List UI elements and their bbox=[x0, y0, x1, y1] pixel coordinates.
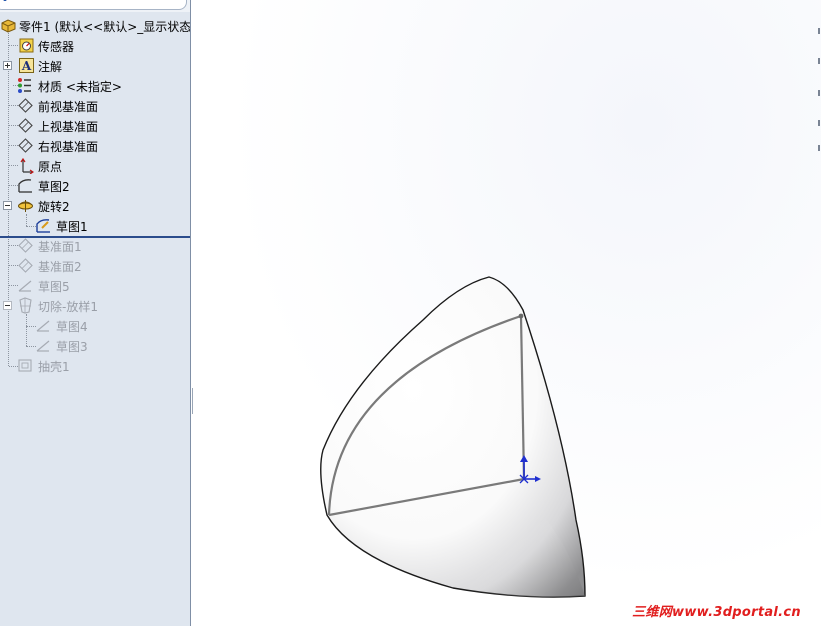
site-watermark: 三维网www.3dportal.cn bbox=[632, 605, 801, 620]
tree-item-label: 草图2 bbox=[38, 180, 70, 194]
tree-item-revolve2[interactable]: 旋转2 bbox=[0, 195, 190, 215]
plane-icon bbox=[18, 258, 33, 273]
tree-item-sketch3[interactable]: 草图3 bbox=[0, 335, 190, 355]
shell-icon bbox=[18, 359, 32, 372]
tree-item-label: 材质 <未指定> bbox=[38, 80, 122, 94]
sketch-icon bbox=[18, 280, 32, 292]
tree-item-label: 原点 bbox=[38, 160, 63, 174]
material-icon bbox=[18, 78, 31, 93]
annotation-icon: A bbox=[19, 58, 34, 73]
part-icon bbox=[1, 19, 16, 33]
tree-item-material[interactable]: 材质 <未指定> bbox=[0, 75, 190, 95]
tree-item-sketch1[interactable]: 草图1 bbox=[0, 215, 190, 235]
tree-item-plane1[interactable]: 基准面1 bbox=[0, 235, 190, 255]
tree-item-label: 前视基准面 bbox=[38, 100, 99, 114]
tree-item-label: 零件1 (默认<<默认>_显示状态 bbox=[19, 20, 191, 34]
collapse-toggle[interactable] bbox=[3, 301, 12, 310]
tree-item-sensors[interactable]: 传感器 bbox=[0, 35, 190, 55]
tree-item-label: 草图1 bbox=[56, 220, 88, 234]
tree-item-label: 上视基准面 bbox=[38, 120, 99, 134]
filter-bar bbox=[0, 0, 190, 12]
tree-item-label: 草图4 bbox=[56, 320, 88, 334]
loft-cut-icon bbox=[19, 297, 32, 314]
filter-icon[interactable] bbox=[0, 0, 11, 1]
tree-item-plane2[interactable]: 基准面2 bbox=[0, 255, 190, 275]
tree-item-sketch4[interactable]: 草图4 bbox=[0, 315, 190, 335]
origin-icon bbox=[20, 157, 34, 174]
tree-item-label: 抽壳1 bbox=[38, 360, 70, 374]
tree-item-top-plane[interactable]: 上视基准面 bbox=[0, 115, 190, 135]
plane-icon bbox=[18, 138, 33, 153]
plane-icon bbox=[18, 98, 33, 113]
model-view[interactable] bbox=[193, 0, 821, 626]
tree-item-label: 草图5 bbox=[38, 280, 70, 294]
feature-manager-tree: 零件1 (默认<<默认>_显示状态 传感器 A 注解 材质 <未指定> 前视基准… bbox=[0, 0, 191, 626]
sketch-icon bbox=[36, 219, 50, 233]
tree-item-sketch2[interactable]: 草图2 bbox=[0, 175, 190, 195]
tree-item-sketch5[interactable]: 草图5 bbox=[0, 275, 190, 295]
tree-item-label: 右视基准面 bbox=[38, 140, 99, 154]
tree-item-label: 草图3 bbox=[56, 340, 88, 354]
tree-item-label: 基准面1 bbox=[38, 240, 82, 254]
plane-icon bbox=[18, 238, 33, 253]
sketch-icon bbox=[18, 179, 32, 193]
expand-toggle[interactable] bbox=[3, 61, 12, 70]
tree-item-loft-cut1[interactable]: 切除-放样1 bbox=[0, 295, 190, 315]
sketch-point[interactable] bbox=[518, 313, 524, 319]
tree-item-part[interactable]: 零件1 (默认<<默认>_显示状态 bbox=[0, 15, 191, 35]
tree-item-label: 注解 bbox=[38, 60, 63, 74]
sketch-icon bbox=[36, 340, 50, 352]
tree-item-label: 旋转2 bbox=[38, 200, 70, 214]
tree-item-label: 传感器 bbox=[38, 40, 75, 54]
tree-item-right-plane[interactable]: 右视基准面 bbox=[0, 135, 190, 155]
svg-text:A: A bbox=[21, 59, 32, 73]
sketch-icon bbox=[36, 320, 50, 332]
tree-item-origin[interactable]: 原点 bbox=[0, 155, 190, 175]
tree-item-annotations[interactable]: A 注解 bbox=[0, 55, 190, 75]
tree-item-shell1[interactable]: 抽壳1 bbox=[0, 355, 190, 375]
tree-item-label: 基准面2 bbox=[38, 260, 82, 274]
viewport-edge-ticks bbox=[817, 0, 821, 160]
filter-input[interactable] bbox=[0, 0, 187, 10]
plane-icon bbox=[18, 118, 33, 133]
graphics-viewport[interactable]: 三维网www.3dportal.cn bbox=[193, 0, 821, 626]
tree-item-label: 切除-放样1 bbox=[38, 300, 98, 314]
tree-item-front-plane[interactable]: 前视基准面 bbox=[0, 95, 190, 115]
collapse-toggle[interactable] bbox=[3, 201, 12, 210]
revolve-icon bbox=[18, 200, 33, 212]
sensor-icon bbox=[19, 38, 34, 53]
